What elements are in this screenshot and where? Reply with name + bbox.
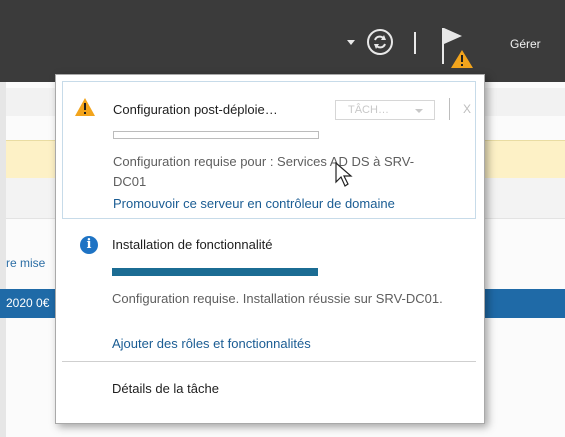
progress-bar bbox=[113, 131, 319, 139]
promote-domain-controller-link[interactable]: Promouvoir ce serveur en contrôleur de d… bbox=[113, 196, 395, 211]
mouse-cursor-icon bbox=[335, 161, 353, 188]
refresh-icon[interactable] bbox=[367, 29, 393, 55]
notification-description: Configuration requise pour : Services AD… bbox=[113, 154, 415, 189]
notification-description: Configuration requise. Installation réus… bbox=[112, 291, 443, 306]
flag-warning-icon[interactable] bbox=[436, 24, 476, 68]
dropdown-arrow-icon[interactable] bbox=[347, 40, 355, 45]
task-dropdown-button[interactable]: TÂCH… bbox=[335, 100, 435, 120]
task-details-link[interactable]: Détails de la tâche bbox=[112, 381, 219, 396]
notification-title: Configuration post-déploie… bbox=[113, 102, 278, 117]
chevron-down-icon bbox=[415, 109, 423, 113]
notification-separator bbox=[449, 98, 450, 120]
notification-post-deploy: Configuration post-déploie… TÂCH… X Conf… bbox=[62, 81, 476, 219]
info-icon: i bbox=[80, 236, 98, 254]
add-roles-features-link[interactable]: Ajouter des rôles et fonctionnalités bbox=[112, 336, 311, 351]
header-separator bbox=[414, 32, 416, 54]
notification-title: Installation de fonctionnalité bbox=[112, 237, 273, 252]
progress-bar bbox=[112, 268, 318, 276]
warning-icon bbox=[75, 98, 95, 116]
background-partial-link[interactable]: re mise bbox=[6, 256, 45, 270]
task-dropdown-label: TÂCH… bbox=[348, 104, 389, 116]
notifications-popup: Configuration post-déploie… TÂCH… X Conf… bbox=[55, 74, 485, 424]
close-icon[interactable]: X bbox=[463, 102, 471, 116]
server-manager-header: Gérer bbox=[0, 0, 565, 82]
manage-menu[interactable]: Gérer bbox=[510, 37, 541, 51]
popup-divider bbox=[62, 361, 476, 362]
background-row-text: 2020 0€ bbox=[6, 296, 50, 310]
